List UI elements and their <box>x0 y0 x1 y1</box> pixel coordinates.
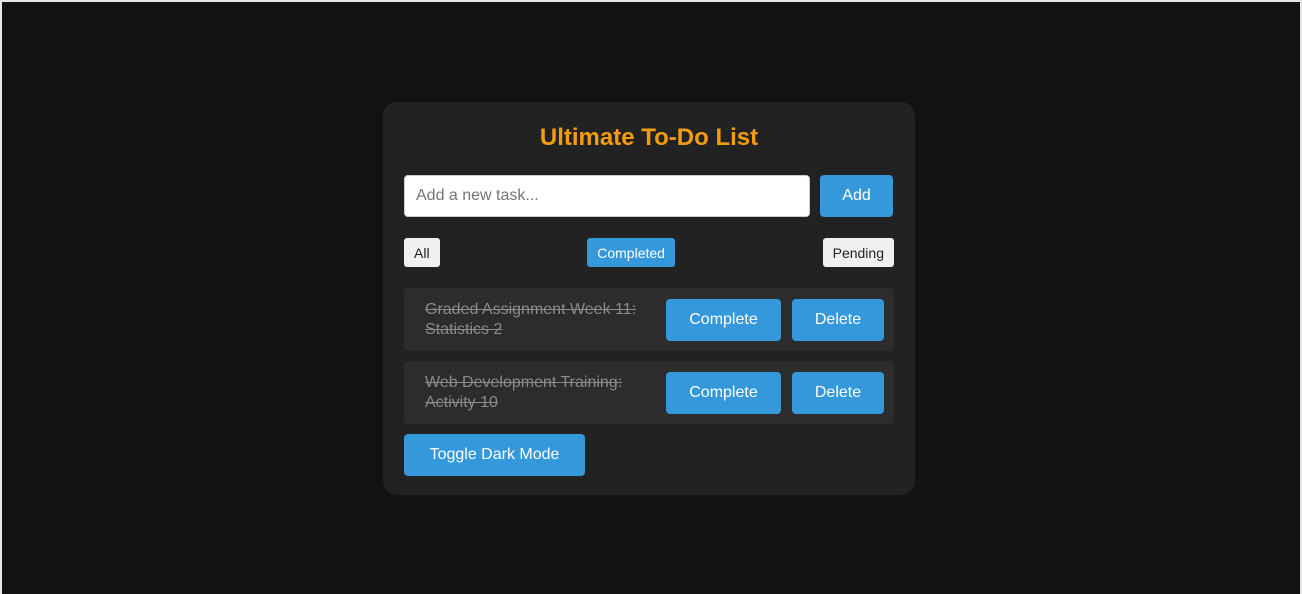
window-edge-top <box>0 0 1302 2</box>
add-task-button[interactable]: Add <box>820 175 893 217</box>
complete-task-button[interactable]: Complete <box>666 371 781 414</box>
todo-card: Ultimate To-Do List Add All Completed Pe… <box>383 102 915 495</box>
task-text: Graded Assignment Week 11: Statistics 2 <box>425 300 658 340</box>
filter-bar: All Completed Pending <box>404 238 894 267</box>
filter-pending-button[interactable]: Pending <box>822 238 894 267</box>
window-edge-left <box>0 0 2 594</box>
add-task-row: Add <box>404 175 894 217</box>
page-title: Ultimate To-Do List <box>539 124 759 151</box>
toggle-dark-mode-button[interactable]: Toggle Dark Mode <box>404 434 585 476</box>
task-text-line: Web Development Training: <box>425 373 623 391</box>
task-item: Graded Assignment Week 11: Statistics 2 … <box>404 288 894 351</box>
task-text-line: Activity 10 <box>425 393 498 411</box>
task-text-line: Statistics 2 <box>425 320 503 338</box>
filter-completed-button[interactable]: Completed <box>587 238 675 267</box>
complete-task-button[interactable]: Complete <box>666 298 781 341</box>
delete-task-button[interactable]: Delete <box>792 298 884 341</box>
delete-task-button[interactable]: Delete <box>792 371 884 414</box>
task-text: Web Development Training: Activity 10 <box>425 373 658 413</box>
task-item: Web Development Training: Activity 10 Co… <box>404 361 894 424</box>
task-list: Graded Assignment Week 11: Statistics 2 … <box>404 288 894 424</box>
filter-all-button[interactable]: All <box>404 238 440 267</box>
task-text-line: Graded Assignment Week 11: <box>425 300 637 318</box>
new-task-input[interactable] <box>404 175 810 217</box>
